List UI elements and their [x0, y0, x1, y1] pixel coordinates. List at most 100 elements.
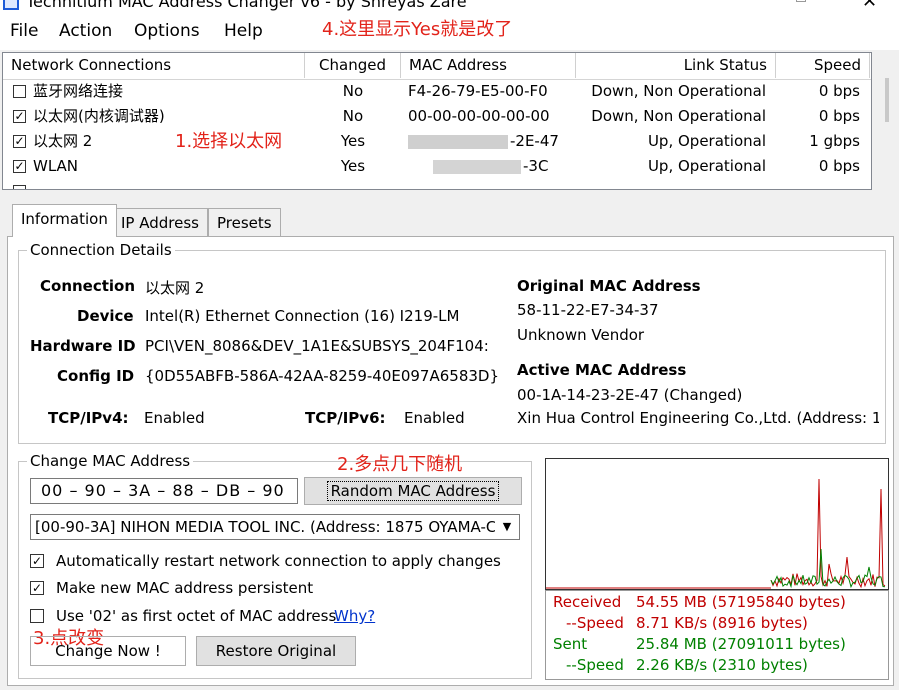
- persistent-label: Make new MAC address persistent: [56, 579, 314, 597]
- config-id-label: Config ID: [57, 367, 135, 385]
- received-label: Received: [553, 593, 622, 611]
- close-icon[interactable]: ✕: [862, 0, 877, 12]
- maximize-button[interactable]: [796, 0, 806, 2]
- device-label: Device: [77, 307, 134, 325]
- traffic-graph: [545, 458, 889, 590]
- row-checkbox-checked[interactable]: ✓: [13, 160, 26, 173]
- group-title: Connection Details: [27, 241, 175, 259]
- scrollbar-thumb[interactable]: [885, 78, 889, 122]
- menu-action[interactable]: Action: [59, 21, 112, 41]
- annotation-step4: 4.这里显示Yes就是改了: [322, 19, 513, 40]
- speed-value: 0 bps: [818, 82, 860, 100]
- rx-speed-label: --Speed: [566, 614, 624, 632]
- row-checkbox-checked[interactable]: ✓: [13, 110, 26, 123]
- menu-options[interactable]: Options: [134, 21, 200, 41]
- mac-address-input[interactable]: 00 – 90 – 3A – 88 – DB – 90: [30, 478, 298, 504]
- random-mac-button[interactable]: Random MAC Address: [304, 477, 522, 505]
- list-item-selected[interactable]: ✓ 以太网 2 1.选择以太网 Yes -2E-47 Up, Operation…: [3, 129, 871, 154]
- tab-presets[interactable]: Presets: [208, 208, 281, 236]
- original-mac-value: 58-11-22-E7-34-37: [517, 301, 659, 319]
- link-status-value: Down, Non Operational: [591, 107, 766, 125]
- speed-value: 1 gbps: [809, 132, 860, 150]
- traffic-graph-svg: [546, 478, 886, 589]
- network-connections-list[interactable]: Network Connections Changed MAC Address …: [2, 52, 872, 190]
- blurred-mac: [408, 135, 508, 149]
- connection-name: 以太网(内核调试器): [33, 107, 165, 125]
- changed-value: Yes: [340, 132, 366, 150]
- device-value: Intel(R) Ethernet Connection (16) I219-L…: [145, 307, 460, 325]
- why-link[interactable]: Why?: [334, 607, 375, 625]
- column-header-speed[interactable]: Speed: [776, 53, 870, 78]
- traffic-stats: Received 54.55 MB (57195840 bytes) --Spe…: [545, 590, 889, 680]
- mac-value: F4-26-79-E5-00-F0: [408, 82, 548, 100]
- active-vendor: Xin Hua Control Engineering Co.,Ltd. (Ad…: [517, 409, 879, 427]
- list-item[interactable]: ✓ 以太网(内核调试器) No 00-00-00-00-00-00 Down, …: [3, 104, 871, 129]
- column-header-changed[interactable]: Changed: [305, 53, 401, 78]
- connection-name: 以太网 2: [33, 132, 93, 150]
- hardware-id-label: Hardware ID: [30, 337, 136, 355]
- list-header: Network Connections Changed MAC Address …: [3, 53, 871, 80]
- hardware-id-value: PCI\VEN_8086&DEV_1A1E&SUBSYS_204F104:: [145, 337, 489, 355]
- column-header-connections[interactable]: Network Connections: [3, 53, 305, 78]
- link-status-value: Up, Operational: [647, 157, 766, 175]
- tcp-ipv6-label: TCP/IPv6:: [305, 409, 386, 427]
- list-scrollbar[interactable]: [877, 52, 899, 190]
- persistent-checkbox[interactable]: ✓: [30, 581, 44, 595]
- tcp-ipv4-label: TCP/IPv4:: [48, 409, 129, 427]
- tab-information[interactable]: Information: [12, 204, 117, 237]
- connection-name: 蓝牙网络连接: [33, 82, 124, 100]
- vendor-select[interactable]: [00-90-3A] NIHON MEDIA TOOL INC. (Addres…: [30, 514, 520, 540]
- group-title: Change MAC Address: [27, 452, 194, 470]
- row-checkbox-checked[interactable]: ✓: [13, 135, 26, 148]
- restore-original-button[interactable]: Restore Original: [196, 636, 356, 666]
- use02-label: Use '02' as first octet of MAC address: [56, 607, 337, 625]
- tcp-ipv6-value: Enabled: [404, 409, 465, 427]
- mac-value: 00-00-00-00-00-00: [408, 107, 550, 125]
- original-vendor: Unknown Vendor: [517, 326, 645, 344]
- partial-row: [3, 181, 871, 189]
- changed-value: No: [342, 82, 364, 100]
- title-bar: Technitium MAC Address Changer v6 - by S…: [0, 0, 899, 14]
- link-status-value: Down, Non Operational: [591, 82, 766, 100]
- menu-file[interactable]: File: [10, 21, 38, 41]
- active-mac-label: Active MAC Address: [517, 361, 687, 379]
- random-mac-label: Random MAC Address: [326, 481, 500, 501]
- config-id-value: {0D55ABFB-586A-42AA-8259-40E097A6583D}: [145, 367, 500, 385]
- mac-value: -3C: [523, 157, 549, 175]
- speed-value: 0 bps: [818, 157, 860, 175]
- restart-checkbox[interactable]: ✓: [30, 554, 44, 568]
- received-value: 54.55 MB (57195840 bytes): [636, 593, 846, 611]
- row-checkbox[interactable]: [13, 85, 26, 98]
- speed-value: 0 bps: [818, 107, 860, 125]
- vendor-select-value: [00-90-3A] NIHON MEDIA TOOL INC. (Addres…: [35, 518, 495, 536]
- use02-checkbox[interactable]: [30, 609, 44, 623]
- tx-speed-value: 2.26 KB/s (2310 bytes): [636, 656, 808, 674]
- menu-help[interactable]: Help: [224, 21, 263, 41]
- change-now-button[interactable]: Change Now !: [30, 636, 186, 666]
- list-item[interactable]: ✓ WLAN Yes -3C Up, Operational 0 bps: [3, 154, 871, 179]
- column-header-mac[interactable]: MAC Address: [401, 53, 576, 78]
- row-checkbox[interactable]: [13, 185, 26, 189]
- original-mac-label: Original MAC Address: [517, 277, 701, 295]
- blurred-mac: [433, 160, 521, 174]
- sent-series-line: [770, 548, 886, 589]
- sent-label: Sent: [553, 635, 588, 653]
- changed-value: Yes: [340, 157, 366, 175]
- chevron-down-icon[interactable]: ▼: [497, 517, 517, 537]
- tcp-ipv4-value: Enabled: [144, 409, 205, 427]
- menu-bar: File Action Options Help 4.这里显示Yes就是改了: [0, 14, 899, 50]
- mac-value: -2E-47: [510, 132, 559, 150]
- list-item[interactable]: 蓝牙网络连接 No F4-26-79-E5-00-F0 Down, Non Op…: [3, 79, 871, 104]
- connection-label: Connection: [40, 277, 136, 295]
- link-status-value: Up, Operational: [647, 132, 766, 150]
- connection-name: WLAN: [33, 157, 79, 175]
- window-title: Technitium MAC Address Changer v6 - by S…: [26, 0, 467, 11]
- tx-speed-label: --Speed: [566, 656, 624, 674]
- active-mac-value: 00-1A-14-23-2E-47 (Changed): [517, 386, 743, 404]
- sent-value: 25.84 MB (27091011 bytes): [636, 635, 846, 653]
- app-icon: [3, 0, 19, 10]
- tab-ip-address[interactable]: IP Address: [112, 208, 208, 236]
- column-header-link-status[interactable]: Link Status: [576, 53, 776, 78]
- changed-value: No: [342, 107, 364, 125]
- connection-value: 以太网 2: [145, 279, 205, 297]
